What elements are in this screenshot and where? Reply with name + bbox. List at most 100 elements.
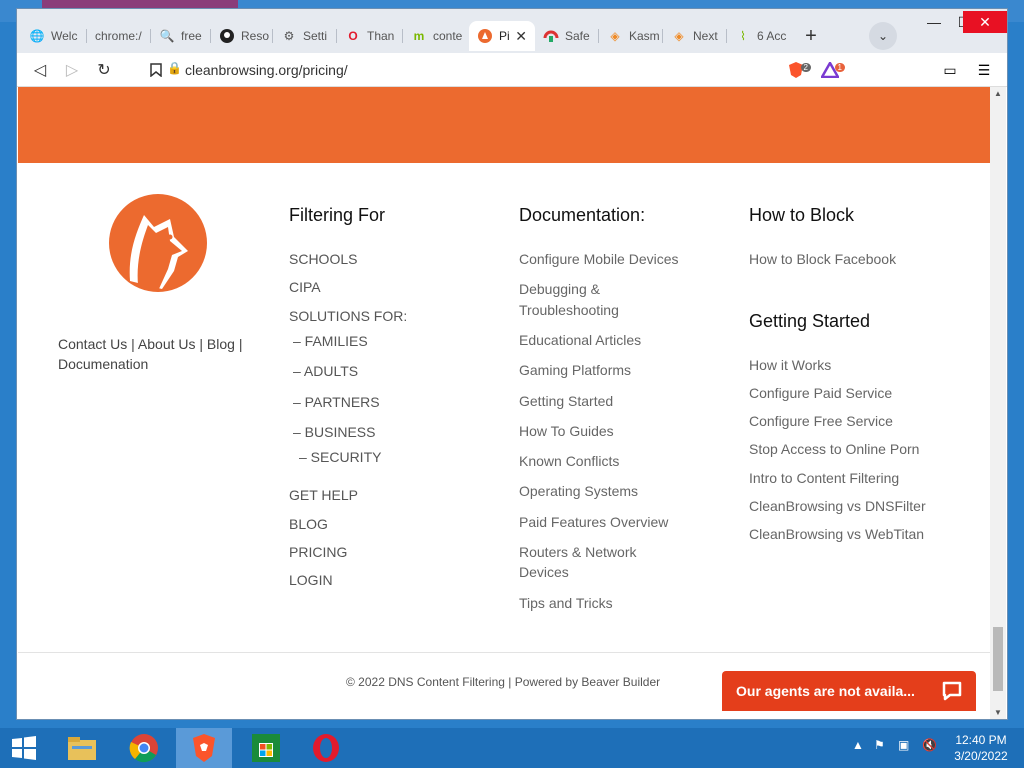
cleanbrowsing-icon — [477, 28, 493, 44]
doc-link[interactable]: Educational Articles — [519, 332, 641, 348]
login-link[interactable]: LOGIN — [289, 572, 333, 588]
cipa-link[interactable]: CIPA — [289, 279, 321, 295]
get-help-link[interactable]: GET HELP — [289, 487, 358, 503]
start-button[interactable] — [0, 728, 48, 768]
block-facebook-link[interactable]: How to Block Facebook — [749, 251, 896, 267]
wallet-icon[interactable]: ▭ — [939, 59, 961, 81]
rewards-badge: 1 — [834, 63, 845, 72]
getting-started-link[interactable]: Stop Access to Online Porn — [749, 441, 919, 457]
menu-icon[interactable]: ☰ — [973, 59, 995, 81]
getting-started-link[interactable]: How it Works — [749, 357, 831, 373]
reload-button[interactable]: ↻ — [93, 59, 115, 81]
separator: | — [195, 336, 207, 352]
live-chat-widget[interactable]: Our agents are not availa... — [722, 671, 976, 711]
close-tab-icon[interactable]: ✕ — [515, 28, 527, 45]
store-icon[interactable] — [238, 728, 294, 768]
tab-kasm[interactable]: ◈ Kasm — [599, 21, 663, 51]
doc-link[interactable]: How To Guides — [519, 423, 614, 439]
kasm-icon: ◈ — [610, 29, 620, 43]
cleanbrowsing-logo[interactable] — [108, 193, 208, 293]
doc-link[interactable]: Devices — [519, 564, 569, 580]
getting-started-link[interactable]: CleanBrowsing vs WebTitan — [749, 526, 924, 542]
getting-started-column: Getting Started — [749, 311, 870, 332]
doc-link[interactable]: Gaming Platforms — [519, 362, 631, 378]
getting-started-link[interactable]: Configure Free Service — [749, 413, 893, 429]
getting-started-link[interactable]: Configure Paid Service — [749, 385, 892, 401]
scroll-thumb[interactable] — [993, 627, 1003, 691]
tab-label: conte — [433, 29, 463, 43]
schools-link[interactable]: SCHOOLS — [289, 251, 357, 267]
documentation-link[interactable]: Documenation — [58, 356, 148, 372]
chat-label: Our agents are not availa... — [736, 683, 915, 699]
page-scrollbar[interactable]: ▲ ▼ — [990, 87, 1006, 719]
new-tab-button[interactable]: + — [799, 24, 823, 48]
minimize-button[interactable]: — — [919, 11, 949, 33]
doc-link[interactable]: Operating Systems — [519, 483, 638, 499]
search-icon: 🔍 — [159, 29, 175, 43]
security-link[interactable]: – SECURITY — [299, 449, 381, 465]
bookmark-icon[interactable] — [145, 59, 167, 81]
doc-link[interactable]: Getting Started — [519, 393, 613, 409]
partners-link[interactable]: – PARTNERS — [293, 394, 380, 410]
pricing-link[interactable]: PRICING — [289, 544, 347, 560]
tab-label: Kasm — [629, 29, 660, 43]
contact-us-link[interactable]: Contact Us — [58, 336, 127, 352]
network-icon[interactable]: ▣ — [898, 738, 909, 752]
back-button[interactable]: ◁ — [29, 59, 51, 81]
doc-link[interactable]: Troubleshooting — [519, 302, 619, 318]
lock-icon[interactable]: 🔒 — [167, 61, 182, 75]
tab-thanks[interactable]: O Than — [337, 21, 403, 51]
getting-started-heading: Getting Started — [749, 311, 871, 331]
tab-welcome[interactable]: 🌐 Welc — [21, 21, 87, 51]
doc-link[interactable]: Configure Mobile Devices — [519, 251, 679, 267]
doc-link[interactable]: Debugging & — [519, 281, 600, 297]
business-link[interactable]: – BUSINESS — [293, 424, 375, 440]
tab-resources[interactable]: Reso — [211, 21, 273, 51]
system-clock[interactable]: 12:40 PM 3/20/2022 — [948, 732, 1014, 764]
doc-link[interactable]: Paid Features Overview — [519, 514, 668, 530]
tab-safe[interactable]: Safe — [535, 21, 599, 51]
footer-divider — [18, 652, 990, 653]
tab-accounts[interactable]: ⌇ 6 Acc — [727, 21, 791, 51]
close-window-button[interactable]: ✕ — [963, 11, 1007, 33]
opera-taskbar-icon[interactable] — [298, 728, 354, 768]
blog-link[interactable]: Blog — [207, 336, 235, 352]
action-center-flag-icon[interactable]: ⚑ — [874, 738, 885, 752]
doc-link[interactable]: Tips and Tricks — [519, 595, 613, 611]
scroll-down-icon[interactable]: ▼ — [990, 708, 1006, 717]
tab-free[interactable]: 🔍 free — [151, 21, 211, 51]
address-bar[interactable]: cleanbrowsing.org/pricing/ — [185, 62, 348, 78]
m-icon: m — [413, 29, 425, 43]
kasm-icon: ◈ — [674, 29, 684, 43]
copyright-text: © 2022 DNS Content Filtering | Powered b… — [346, 675, 661, 689]
brave-taskbar-icon[interactable] — [176, 728, 232, 768]
chrome-icon[interactable] — [116, 728, 172, 768]
tab-content[interactable]: m conte — [403, 21, 469, 51]
families-link[interactable]: – FAMILIES — [293, 333, 368, 349]
about-us-link[interactable]: About Us — [138, 336, 196, 352]
tab-label: 6 Acc — [757, 29, 787, 43]
tab-label: Safe — [565, 29, 590, 43]
adults-link[interactable]: – ADULTS — [293, 363, 358, 379]
filtering-heading: Filtering For — [289, 205, 386, 225]
getting-started-link[interactable]: Intro to Content Filtering — [749, 470, 899, 486]
show-hidden-icons-icon[interactable]: ▲ — [852, 738, 864, 752]
getting-started-link[interactable]: CleanBrowsing vs DNSFilter — [749, 498, 926, 514]
orange-cta-band — [18, 87, 990, 163]
github-icon — [219, 28, 235, 44]
forward-button[interactable]: ▷ — [61, 59, 83, 81]
tab-chrome[interactable]: chrome:/ — [87, 21, 151, 51]
tab-pricing-active[interactable]: Pi ✕ — [469, 21, 535, 51]
file-explorer-icon[interactable] — [54, 728, 110, 768]
doc-link[interactable]: Routers & Network — [519, 544, 636, 560]
how-to-block-heading: How to Block — [749, 205, 855, 225]
tab-settings[interactable]: ⚙ Setti — [273, 21, 337, 51]
volume-muted-icon[interactable]: 🔇 — [922, 738, 937, 752]
tab-next[interactable]: ◈ Next — [663, 21, 727, 51]
doc-link[interactable]: Known Conflicts — [519, 453, 619, 469]
tab-search-button[interactable]: ⌄ — [869, 22, 897, 50]
blog-caps-link[interactable]: BLOG — [289, 516, 328, 532]
scroll-up-icon[interactable]: ▲ — [990, 89, 1006, 98]
brave-rewards-icon[interactable]: 1 — [819, 59, 845, 81]
brave-shields-icon[interactable]: 2 — [785, 59, 811, 81]
